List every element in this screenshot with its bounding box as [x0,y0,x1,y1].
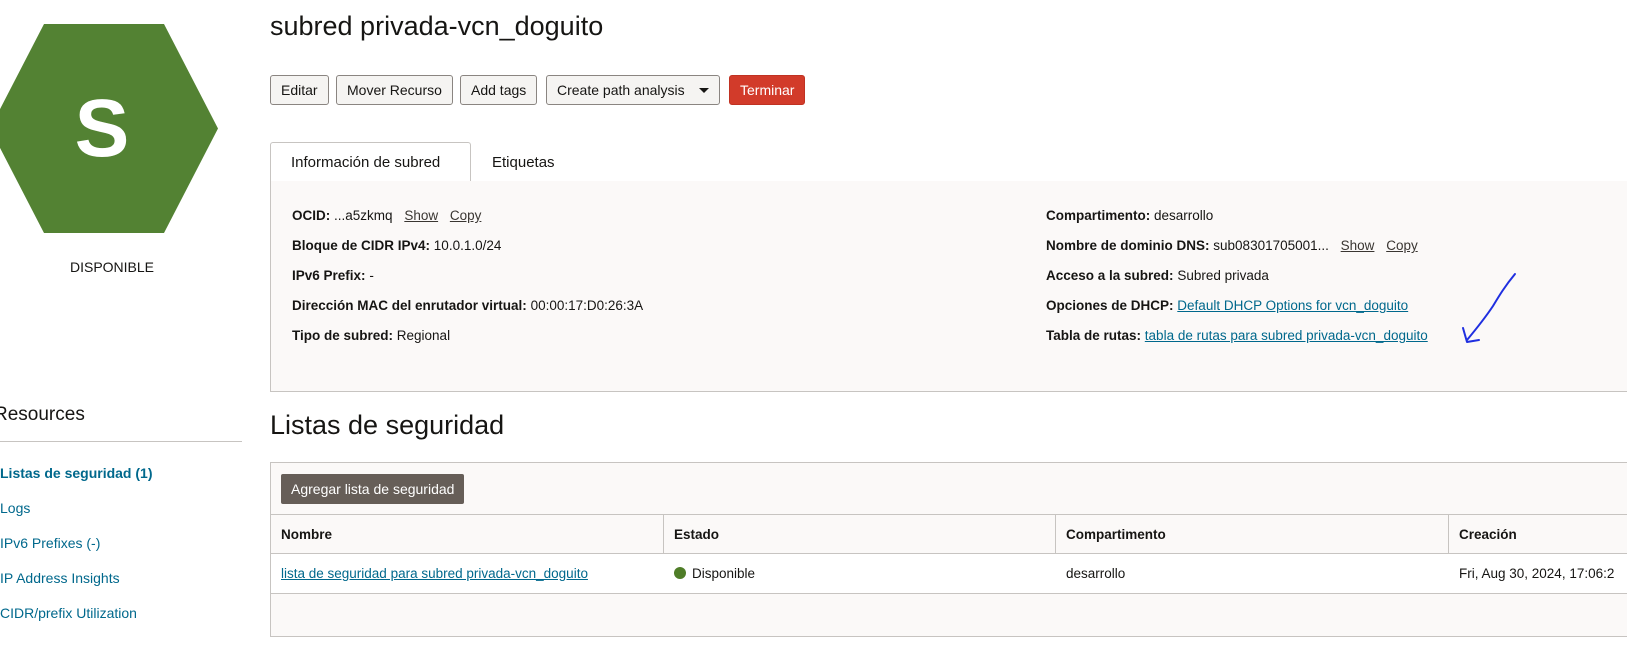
subnet-hexagon-icon: S [0,24,234,233]
resources-heading: Resources [0,404,85,425]
dns-value: sub08301705001... [1213,238,1329,253]
ocid-copy-link[interactable]: Copy [450,208,482,223]
ipv6-row: IPv6 Prefix: - [292,268,374,283]
table-header: Nombre Estado Compartimento Creación [271,514,1627,554]
subnet-icon-letter: S [74,82,130,174]
create-path-analysis-button[interactable]: Create path analysis [546,75,720,105]
subnet-info-panel: OCID: ...a5zkmq Show Copy Bloque de CIDR… [270,181,1627,392]
security-list-compartment: desarrollo [1066,565,1126,581]
tab-subnet-info[interactable]: Información de subred [270,142,471,182]
terminate-button[interactable]: Terminar [729,75,806,105]
page-title: subred privada-vcn_doguito [270,11,604,41]
subnet-type-value: Regional [396,328,451,343]
route-table-row: Tabla de rutas: tabla de rutas para subr… [1046,328,1428,343]
compartment-row: Compartimento: desarrollo [1046,208,1213,223]
ocid-value: ...a5zkmq [334,208,393,223]
ocid-label: OCID: [292,208,331,223]
resources-item-ip-address-insights[interactable]: IP Address Insights [0,570,120,586]
add-tags-button[interactable]: Add tags [460,75,538,105]
create-path-analysis-label: Create path analysis [557,82,685,98]
dns-show-link[interactable]: Show [1341,238,1375,253]
security-lists-panel: Agregar lista de seguridad Nombre Estado… [270,462,1627,637]
lifecycle-status: DISPONIBLE [69,259,155,275]
dhcp-options-link[interactable]: Default DHCP Options for vcn_doguito [1177,298,1408,313]
security-list-status-cell: Disponible [664,554,1055,592]
table-row: lista de seguridad para subred privada-v… [271,554,1627,594]
resources-item-cidr-utilization[interactable]: CIDR/prefix Utilization [0,605,137,621]
ocid-show-link[interactable]: Show [404,208,438,223]
dns-label: Nombre de dominio DNS: [1046,238,1210,253]
move-resource-button[interactable]: Mover Recurso [336,75,453,105]
security-lists-heading: Listas de seguridad [270,410,505,440]
security-list-name-cell: lista de seguridad para subred privada-v… [271,554,663,592]
security-list-status: Disponible [692,565,756,581]
dns-copy-link[interactable]: Copy [1386,238,1418,253]
resources-item-security-lists[interactable]: Listas de seguridad (1) [0,465,152,481]
tab-tags[interactable]: Etiquetas [472,142,575,182]
dhcp-row: Opciones de DHCP: Default DHCP Options f… [1046,298,1408,313]
subnet-access-value: Subred privada [1177,268,1269,283]
route-table-label: Tabla de rutas: [1046,328,1142,343]
column-header-created[interactable]: Creación [1449,515,1627,553]
column-header-compartment[interactable]: Compartimento [1056,515,1448,553]
security-list-link[interactable]: lista de seguridad para subred privada-v… [281,566,588,581]
mac-value: 00:00:17:D0:26:3A [530,298,644,313]
edit-button[interactable]: Editar [270,75,329,105]
resources-item-logs[interactable]: Logs [0,500,30,516]
subnet-access-row: Acceso a la subred: Subred privada [1046,268,1269,283]
subnet-type-row: Tipo de subred: Regional [292,328,450,343]
add-security-list-button[interactable]: Agregar lista de seguridad [281,474,465,504]
cidr-value: 10.0.1.0/24 [433,238,502,253]
ocid-row: OCID: ...a5zkmq Show Copy [292,208,481,223]
resources-divider [0,441,242,442]
resources-item-ipv6-prefixes[interactable]: IPv6 Prefixes (-) [0,535,100,551]
subnet-access-label: Acceso a la subred: [1046,268,1174,283]
dhcp-label: Opciones de DHCP: [1046,298,1174,313]
compartment-label: Compartimento: [1046,208,1151,223]
caret-down-icon [698,87,709,93]
cidr-row: Bloque de CIDR IPv4: 10.0.1.0/24 [292,238,501,253]
column-header-status[interactable]: Estado [664,515,1055,553]
status-available-icon [674,567,686,579]
compartment-value: desarrollo [1154,208,1214,223]
cidr-label: Bloque de CIDR IPv4: [292,238,431,253]
route-table-link[interactable]: tabla de rutas para subred privada-vcn_d… [1145,328,1428,343]
subnet-type-label: Tipo de subred: [292,328,394,343]
dns-row: Nombre de dominio DNS: sub08301705001...… [1046,238,1418,253]
ipv6-value: - [369,268,374,283]
column-header-name[interactable]: Nombre [271,515,663,553]
annotation-arrow-icon [1462,273,1516,343]
mac-label: Dirección MAC del enrutador virtual: [292,298,527,313]
mac-row: Dirección MAC del enrutador virtual: 00:… [292,298,643,313]
security-list-created: Fri, Aug 30, 2024, 17:06:2 [1459,565,1615,581]
ipv6-label: IPv6 Prefix: [292,268,366,283]
